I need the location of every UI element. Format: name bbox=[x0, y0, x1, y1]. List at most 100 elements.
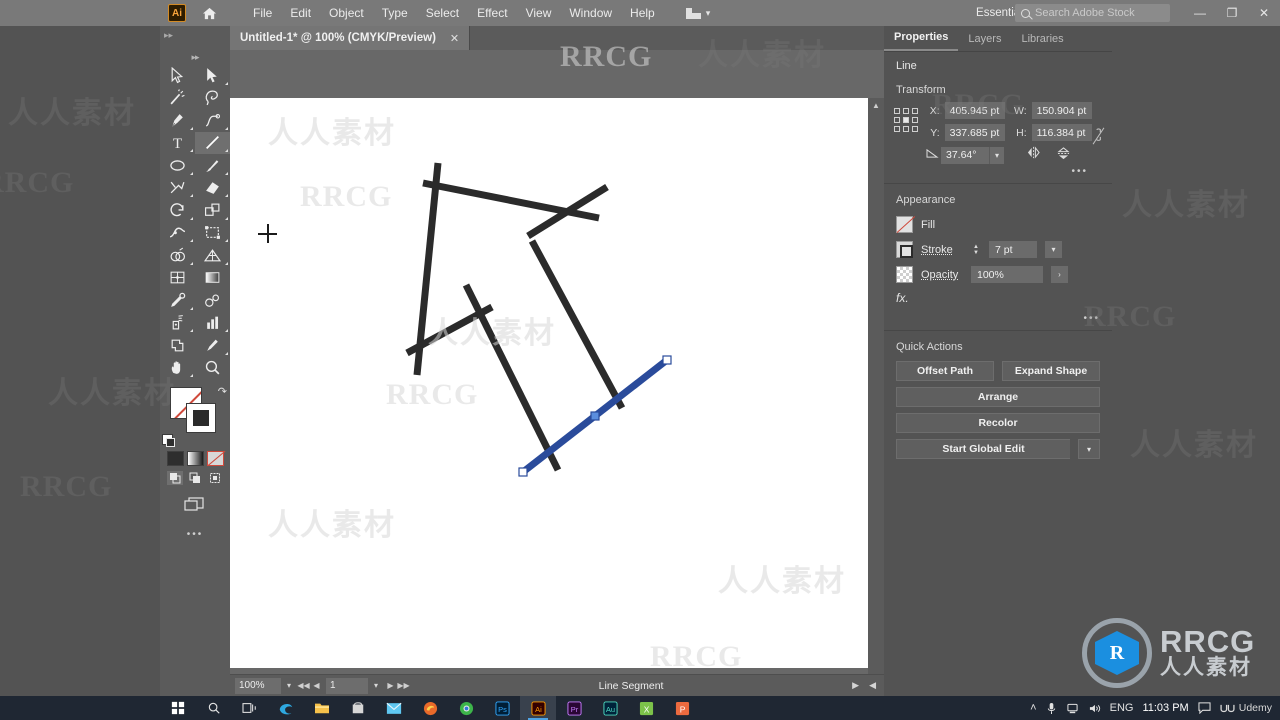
color-mode-gradient[interactable] bbox=[186, 451, 204, 466]
opacity-label[interactable]: Opacity bbox=[921, 269, 963, 281]
free-transform-tool[interactable] bbox=[195, 222, 230, 245]
rotation-angle-field[interactable]: 37.64° bbox=[941, 146, 989, 164]
search-icon[interactable] bbox=[196, 696, 232, 720]
ellipse-tool[interactable] bbox=[160, 154, 195, 177]
action-center-icon[interactable] bbox=[1198, 702, 1211, 714]
premiere-icon[interactable]: Pr bbox=[556, 696, 592, 720]
powerpoint-icon[interactable]: P bbox=[664, 696, 700, 720]
illustrator-icon[interactable]: Ai bbox=[520, 696, 556, 720]
minimize-button[interactable]: — bbox=[1184, 0, 1216, 26]
home-icon[interactable] bbox=[200, 4, 218, 22]
ref-point-bc[interactable] bbox=[903, 126, 909, 132]
opacity-field[interactable]: 100% bbox=[971, 266, 1043, 283]
first-page-button[interactable]: ◀◀ bbox=[297, 681, 310, 690]
chevron-down-icon[interactable]: ▾ bbox=[989, 146, 1004, 164]
canvas-scroll-area[interactable] bbox=[230, 98, 868, 714]
menu-window[interactable]: Window bbox=[560, 2, 621, 24]
ref-point-tr[interactable] bbox=[912, 108, 918, 114]
start-global-edit-button[interactable]: Start Global Edit bbox=[896, 439, 1070, 459]
mail-icon[interactable] bbox=[376, 696, 412, 720]
vertical-scrollbar[interactable]: ▲ ▼ bbox=[868, 98, 884, 698]
status-text[interactable]: Line Segment bbox=[410, 680, 852, 692]
fill-color-swatch[interactable] bbox=[896, 216, 913, 233]
opacity-options-icon[interactable]: › bbox=[1051, 266, 1068, 283]
default-fill-stroke-icon[interactable] bbox=[162, 434, 175, 447]
type-tool[interactable]: T bbox=[160, 132, 195, 155]
ref-point-br[interactable] bbox=[912, 126, 918, 132]
close-button[interactable]: ✕ bbox=[1248, 0, 1280, 26]
edge-icon[interactable] bbox=[268, 696, 304, 720]
tray-chevron-icon[interactable]: ˄ bbox=[1030, 702, 1036, 714]
ref-point-center[interactable] bbox=[903, 117, 909, 123]
stroke-swatch[interactable] bbox=[186, 403, 216, 433]
clock[interactable]: 11:03 PM bbox=[1142, 702, 1188, 714]
perspective-grid-tool[interactable] bbox=[195, 244, 230, 267]
slice-tool[interactable] bbox=[195, 334, 230, 357]
microphone-icon[interactable] bbox=[1046, 702, 1057, 715]
page-dropdown-icon[interactable]: ▾ bbox=[368, 681, 384, 690]
zoom-level-field[interactable]: 100% bbox=[235, 677, 281, 694]
zoom-dropdown-icon[interactable]: ▾ bbox=[281, 681, 297, 690]
rotate-tool[interactable] bbox=[160, 199, 195, 222]
start-button[interactable] bbox=[160, 696, 196, 720]
ref-point-ml[interactable] bbox=[894, 117, 900, 123]
tab-layers[interactable]: Layers bbox=[958, 28, 1011, 51]
blend-tool[interactable] bbox=[195, 289, 230, 312]
tab-properties[interactable]: Properties bbox=[884, 26, 959, 51]
paintbrush-tool[interactable] bbox=[195, 154, 230, 177]
gradient-tool[interactable] bbox=[195, 267, 230, 290]
ref-point-mr[interactable] bbox=[912, 117, 918, 123]
artboard[interactable] bbox=[230, 98, 868, 668]
microsoft-store-icon[interactable] bbox=[340, 696, 376, 720]
stroke-width-dropdown-icon[interactable]: ▾ bbox=[1045, 241, 1062, 258]
restore-button[interactable]: ❐ bbox=[1216, 0, 1248, 26]
appearance-more-options[interactable]: ••• bbox=[884, 311, 1112, 324]
ref-point-tc[interactable] bbox=[903, 108, 909, 114]
task-view-icon[interactable] bbox=[232, 696, 268, 720]
excel-icon[interactable]: X bbox=[628, 696, 664, 720]
color-mode-solid[interactable] bbox=[166, 451, 184, 466]
language-indicator[interactable]: ENG bbox=[1110, 702, 1134, 714]
y-field[interactable]: 337.685 pt bbox=[944, 124, 1005, 141]
eyedropper-tool[interactable] bbox=[160, 289, 195, 312]
mesh-tool[interactable] bbox=[160, 267, 195, 290]
eraser-tool[interactable] bbox=[195, 177, 230, 200]
tab-libraries[interactable]: Libraries bbox=[1011, 28, 1073, 51]
prev-page-button[interactable]: ◀ bbox=[310, 681, 323, 690]
swap-fill-stroke-icon[interactable]: ↷ bbox=[218, 385, 227, 398]
menu-view[interactable]: View bbox=[517, 2, 561, 24]
stroke-label[interactable]: Stroke bbox=[921, 244, 963, 256]
column-graph-tool[interactable] bbox=[195, 312, 230, 335]
width-tool[interactable] bbox=[160, 222, 195, 245]
lasso-tool[interactable] bbox=[195, 87, 230, 110]
change-screen-mode-button[interactable] bbox=[160, 495, 230, 513]
draw-behind-icon[interactable] bbox=[187, 471, 203, 485]
shape-builder-tool[interactable] bbox=[160, 244, 195, 267]
stroke-width-stepper[interactable]: ▲ ▼ bbox=[971, 244, 981, 256]
draw-inside-icon[interactable] bbox=[207, 471, 223, 485]
fx-button[interactable]: fx. bbox=[884, 287, 1112, 311]
expand-shape-button[interactable]: Expand Shape bbox=[1002, 361, 1100, 381]
w-field[interactable]: 150.904 pt bbox=[1031, 102, 1092, 119]
zoom-tool[interactable] bbox=[195, 357, 230, 380]
menu-type[interactable]: Type bbox=[373, 2, 417, 24]
more-tools-button[interactable]: ••• bbox=[160, 529, 230, 540]
menu-object[interactable]: Object bbox=[320, 2, 373, 24]
curvature-tool[interactable] bbox=[195, 109, 230, 132]
draw-normal-icon[interactable] bbox=[167, 471, 183, 485]
audition-icon[interactable]: Au bbox=[592, 696, 628, 720]
global-edit-options-icon[interactable]: ▾ bbox=[1078, 439, 1100, 459]
network-icon[interactable] bbox=[1066, 703, 1079, 714]
menu-select[interactable]: Select bbox=[417, 2, 468, 24]
scroll-up-arrow[interactable]: ▲ bbox=[868, 98, 884, 112]
transform-more-options[interactable]: ••• bbox=[896, 164, 1100, 177]
stroke-width-field[interactable]: 7 pt bbox=[989, 241, 1037, 258]
volume-icon[interactable] bbox=[1088, 703, 1101, 714]
menu-edit[interactable]: Edit bbox=[281, 2, 320, 24]
shaper-tool[interactable] bbox=[160, 177, 195, 200]
toolbar-grip[interactable]: ▸▸ bbox=[160, 50, 230, 64]
magic-wand-tool[interactable] bbox=[160, 87, 195, 110]
hand-tool[interactable] bbox=[160, 357, 195, 380]
arrange-button[interactable]: Arrange bbox=[896, 387, 1100, 407]
flip-vertical-icon[interactable] bbox=[1057, 146, 1070, 164]
